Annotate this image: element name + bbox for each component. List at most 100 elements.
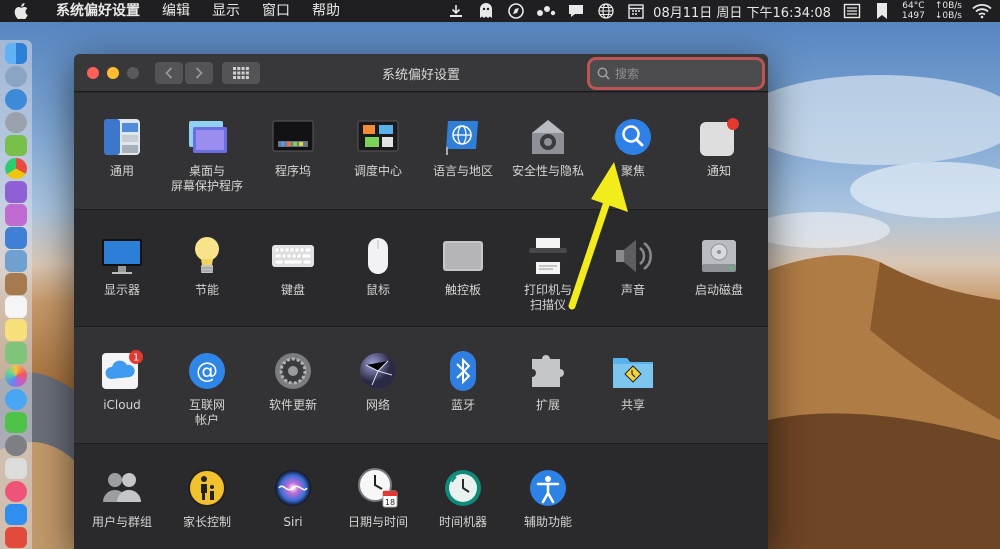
- pref-software-update[interactable]: 软件更新: [250, 349, 336, 413]
- pref-displays[interactable]: 显示器: [79, 234, 165, 298]
- pref-security-privacy[interactable]: 安全性与隐私: [505, 115, 591, 179]
- safari-dock-icon[interactable]: [5, 88, 27, 111]
- wechat-dock-icon[interactable]: [5, 411, 27, 433]
- status-area: 08月11日 周日 下午16:34:08 64°C 1497 ↑0B/s ↓0B…: [441, 0, 1000, 22]
- net-speed-readout[interactable]: ↑0B/s ↓0B/s: [935, 1, 962, 21]
- purple-app-dock-icon[interactable]: [5, 181, 27, 203]
- dots-icon[interactable]: [536, 0, 556, 22]
- ppt-dock-icon[interactable]: [5, 457, 27, 480]
- pref-label: 互联网 帐户: [188, 398, 225, 427]
- net-down: ↓0B/s: [934, 11, 962, 21]
- pref-dock[interactable]: 程序坞: [250, 115, 336, 179]
- mouse-icon: [356, 234, 400, 278]
- temp-fan-readout[interactable]: 64°C 1497: [902, 1, 925, 21]
- calendar-icon[interactable]: [626, 0, 646, 22]
- pen-dock-icon[interactable]: [5, 227, 27, 249]
- compass-icon[interactable]: [506, 0, 526, 22]
- pref-bluetooth[interactable]: 蓝牙: [420, 349, 506, 413]
- pref-internet-accounts[interactable]: @ 互联网 帐户: [164, 349, 250, 428]
- pref-language-region[interactable]: 语言与地区: [420, 115, 506, 179]
- pref-label: iCloud: [103, 398, 141, 412]
- v-app-dock-icon[interactable]: [5, 526, 27, 549]
- pref-energy-saver[interactable]: 节能: [164, 234, 250, 298]
- photos-dock-icon[interactable]: [5, 365, 27, 387]
- search-input[interactable]: [615, 66, 745, 81]
- date-time-icon: 18: [356, 466, 400, 510]
- desktop-screensaver-icon: [185, 115, 229, 159]
- cpu-temp: 64°C: [902, 1, 925, 11]
- calendar-dock-icon[interactable]: [5, 296, 27, 318]
- pref-parental-controls[interactable]: 家长控制: [164, 466, 250, 530]
- pref-time-machine[interactable]: 时间机器: [420, 466, 506, 530]
- chat-icon[interactable]: [566, 0, 586, 22]
- notes-dock-icon[interactable]: [5, 273, 27, 295]
- menu-help[interactable]: 帮助: [301, 0, 351, 22]
- pref-label: 桌面与 屏幕保护程序: [170, 164, 243, 193]
- launchpad-dock-icon[interactable]: [5, 65, 27, 88]
- startup-disk-icon: [697, 234, 741, 278]
- pref-trackpad[interactable]: 触控板: [420, 234, 506, 298]
- parental-controls-icon: [185, 466, 229, 510]
- pref-siri[interactable]: Siri: [250, 466, 336, 530]
- menu-app-name[interactable]: 系统偏好设置: [42, 0, 151, 22]
- pref-icloud[interactable]: 1 iCloud: [79, 349, 165, 413]
- calculator-dock-icon[interactable]: [5, 204, 27, 226]
- input-method-icon[interactable]: [842, 0, 862, 22]
- pref-network[interactable]: 网络: [335, 349, 421, 413]
- stickies-dock-icon[interactable]: [5, 319, 27, 341]
- pref-label: 网络: [365, 398, 390, 412]
- download-icon[interactable]: [446, 0, 466, 22]
- finder-dock-icon[interactable]: [5, 42, 27, 65]
- menu-window[interactable]: 窗口: [251, 0, 301, 22]
- pref-label: 语言与地区: [432, 164, 493, 178]
- pref-sound[interactable]: 声音: [590, 234, 676, 298]
- bookmark-icon[interactable]: [872, 0, 892, 22]
- software-update-icon: [271, 349, 315, 393]
- menu-clock[interactable]: 08月11日 周日 下午16:34:08: [653, 2, 831, 21]
- pref-mouse[interactable]: 鼠标: [335, 234, 421, 298]
- pref-startup-disk[interactable]: 启动磁盘: [676, 234, 762, 298]
- pref-printers-scanners[interactable]: 打印机与 扫描仪: [505, 234, 591, 313]
- preview-dock-icon[interactable]: [5, 250, 27, 272]
- apple-menu-icon[interactable]: [0, 3, 42, 19]
- window-titlebar: 系统偏好设置: [74, 54, 768, 92]
- pref-accessibility[interactable]: 辅助功能: [505, 466, 591, 530]
- sharing-icon: [611, 349, 655, 393]
- pref-sharing[interactable]: 共享: [590, 349, 676, 413]
- globe-icon[interactable]: [596, 0, 616, 22]
- pref-mission-control[interactable]: 调度中心: [335, 115, 421, 179]
- keyboard-icon: [271, 234, 315, 278]
- mission-control-icon: [356, 115, 400, 159]
- android-dock-icon[interactable]: [5, 134, 27, 157]
- menu-bar: 系统偏好设置 编辑 显示 窗口 帮助 08月11日 周日 下午16:34:08: [0, 0, 1000, 22]
- pref-label: Siri: [283, 515, 303, 529]
- siri-icon: [271, 466, 315, 510]
- pref-label: 日期与时间: [347, 515, 408, 529]
- prefs-section-system: 用户与群组 家长控制 Siri 18 日期与时间 时间机器 辅助功能: [74, 444, 768, 549]
- pref-users-groups[interactable]: 用户与群组: [79, 466, 165, 530]
- messages-dock-icon[interactable]: [5, 388, 27, 410]
- pref-spotlight[interactable]: 聚焦: [590, 115, 676, 179]
- menu-edit[interactable]: 编辑: [151, 0, 201, 22]
- pref-general[interactable]: 通用: [79, 115, 165, 179]
- pref-extensions[interactable]: 扩展: [505, 349, 591, 413]
- system-prefs-dock-icon[interactable]: [5, 434, 27, 457]
- pref-notifications[interactable]: 通知: [676, 115, 762, 179]
- time-machine-icon: [441, 466, 485, 510]
- menu-view[interactable]: 显示: [201, 0, 251, 22]
- pref-keyboard[interactable]: 键盘: [250, 234, 336, 298]
- pref-label: 节能: [194, 283, 219, 297]
- search-field[interactable]: [590, 60, 762, 87]
- ghost-icon[interactable]: [476, 0, 496, 22]
- pref-desktop-screensaver[interactable]: 桌面与 屏幕保护程序: [164, 115, 250, 194]
- chrome-dock-icon[interactable]: [5, 158, 27, 180]
- rocket-dock-icon[interactable]: [5, 111, 27, 134]
- music-dock-icon[interactable]: [5, 480, 27, 503]
- wifi-icon[interactable]: [972, 0, 992, 22]
- pref-date-time[interactable]: 18 日期与时间: [335, 466, 421, 530]
- appstore-dock-icon[interactable]: [5, 503, 27, 526]
- fan-speed: 1497: [901, 11, 925, 21]
- printers-scanners-icon: [526, 234, 570, 278]
- maps-dock-icon[interactable]: [5, 342, 27, 364]
- pref-label: 用户与群组: [91, 515, 152, 529]
